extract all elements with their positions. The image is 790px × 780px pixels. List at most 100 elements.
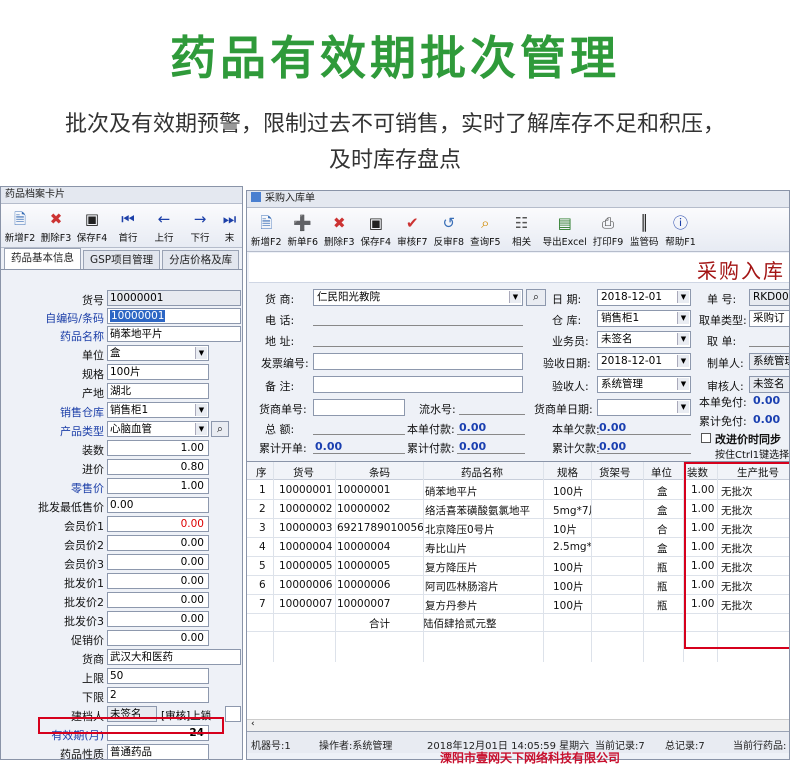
table-cell: 复方丹参片 <box>425 600 478 612</box>
unit-select[interactable]: 盒 ▼ <box>107 345 209 361</box>
unapprove-button[interactable]: ↺ 反审F8 <box>432 210 467 248</box>
drug-name-field[interactable]: 硝苯地平片 <box>107 326 241 342</box>
scroll-left-icon[interactable]: ‹ <box>251 719 255 729</box>
item-no-field[interactable]: 10000001 <box>107 290 241 306</box>
purchase-toolbar: 🗎 新增F2 ➕ 新单F6 ✖ 删除F3 ▣ 保存F4 ✔ 审核F7 ↺ 反审F8 ⌕ 查询F… <box>247 208 789 252</box>
note-field[interactable] <box>313 376 523 393</box>
supplier-field[interactable]: 武汉大和医药 <box>107 649 241 665</box>
table-cell: 盒 <box>657 505 668 517</box>
tab-gsp[interactable]: GSP项目管理 <box>83 250 161 269</box>
lower-limit-field[interactable]: 2 <box>107 687 209 703</box>
supplier-select[interactable]: 仁民阳光教院 ▼ <box>313 289 523 306</box>
first-row-button[interactable]: ⏮ 首行 <box>111 206 145 244</box>
table-cell: 阿司匹林肠溶片 <box>425 581 499 593</box>
related-button[interactable]: ☷ 相关 <box>505 210 539 248</box>
receipt-form: 货 商: 仁民阳光教院 ▼ ⌕ 电 话: 地 址: 发票编号: 备 注: 日 期:… <box>247 283 789 461</box>
code-field[interactable]: 10000001 <box>107 308 241 324</box>
lookup-button[interactable]: ⌕ <box>211 421 229 437</box>
wholesale2-field[interactable]: 0.00 <box>107 592 209 608</box>
next-row-button[interactable]: → 下行 <box>183 206 217 244</box>
sync-checkbox[interactable] <box>701 433 711 443</box>
member-price3-field[interactable]: 0.00 <box>107 554 209 570</box>
label-member-price3: 会员价3 <box>64 558 104 571</box>
label-free: 本单免付: <box>699 396 747 409</box>
label-member-price2: 会员价2 <box>64 539 104 552</box>
sync-label: 改进价时同步 <box>715 433 781 446</box>
help-button[interactable]: ⓘ 帮助F1 <box>663 210 698 248</box>
supplier-lookup-button[interactable]: ⌕ <box>526 289 546 306</box>
horizontal-scrollbar[interactable]: ‹ <box>247 719 789 731</box>
new-order-button[interactable]: ➕ 新单F6 <box>286 210 321 248</box>
total-amount: 陆佰肆拾贰元整 <box>423 618 497 630</box>
approve-button[interactable]: ✔ 审核F7 <box>395 210 430 248</box>
label-min-wholesale: 批发最低售价 <box>38 501 104 514</box>
new-button[interactable]: 🗎 新增F2 <box>249 210 284 248</box>
wholesale1-field[interactable]: 0.00 <box>107 573 209 589</box>
phone-field[interactable] <box>313 325 523 326</box>
merchant-no-field[interactable] <box>313 399 405 416</box>
drug-archive-window: 药品档案卡片 🗎 新增F2 ✖ 删除F3 ▣ 保存F4 ⏮ 首行 ← 上行 → 下行 ⏭ 末 … <box>0 186 243 760</box>
cost-price-field[interactable]: 0.80 <box>107 459 209 475</box>
fetch-type-select[interactable]: 采购订 <box>749 310 789 327</box>
product-type-select[interactable]: 心脑血管 ▼ <box>107 421 209 437</box>
warehouse-select[interactable]: 销售柜1 ▼ <box>597 310 691 327</box>
flow-no-field[interactable] <box>459 414 525 415</box>
col-item-no[interactable]: 货号 <box>293 465 314 480</box>
col-spec[interactable]: 规格 <box>557 465 578 480</box>
maker-field[interactable]: 系统管理 <box>749 353 789 370</box>
member-price1-field[interactable]: 0.00 <box>107 516 209 532</box>
delete-doc-icon: ✖ <box>49 210 63 228</box>
reviewer-field[interactable]: 未签名 <box>749 376 789 393</box>
address-field[interactable] <box>313 346 523 347</box>
save-button[interactable]: ▣ 保存F4 <box>359 210 394 248</box>
supervision-code-button[interactable]: ║ 监管码 <box>627 210 661 248</box>
drug-archive-tabs: 药品基本信息 GSP项目管理 分店价格及库 <box>1 248 242 270</box>
paid-underline <box>457 434 525 435</box>
print-button[interactable]: ⎙ 打印F9 <box>591 210 626 248</box>
prev-row-icon: ← <box>157 210 171 228</box>
pack-count-field[interactable]: 1.00 <box>107 440 209 456</box>
receiver-select[interactable]: 系统管理 ▼ <box>597 376 691 393</box>
member-price2-field[interactable]: 0.00 <box>107 535 209 551</box>
help-icon: ⓘ <box>673 214 689 232</box>
col-barcode[interactable]: 条码 <box>369 465 390 480</box>
search-button[interactable]: ⌕ 查询F5 <box>468 210 503 248</box>
wholesale3-field[interactable]: 0.00 <box>107 611 209 627</box>
recv-date-select[interactable]: 2018-12-01 ▼ <box>597 353 691 370</box>
merchant-date-select[interactable]: ▼ <box>597 399 691 416</box>
spec-field[interactable]: 100片 <box>107 364 209 380</box>
warehouse-select[interactable]: 销售柜1 ▼ <box>107 402 209 418</box>
export-excel-icon: ▤ <box>557 214 572 232</box>
upper-limit-field[interactable]: 50 <box>107 668 209 684</box>
save-button[interactable]: ▣ 保存F4 <box>75 206 109 244</box>
validity-highlight-box <box>38 717 224 734</box>
prev-row-button[interactable]: ← 上行 <box>147 206 181 244</box>
new-button[interactable]: 🗎 新增F2 <box>3 206 37 244</box>
min-wholesale-field[interactable]: 0.00 <box>107 497 209 513</box>
promo-price-field[interactable]: 0.00 <box>107 630 209 646</box>
delete-button[interactable]: ✖ 删除F3 <box>39 206 73 244</box>
tab-branch-price[interactable]: 分店价格及库 <box>162 250 240 269</box>
col-seq[interactable]: 序 <box>256 465 267 480</box>
grid-line <box>273 462 274 662</box>
export-excel-button[interactable]: ▤ 导出Excel <box>541 210 589 248</box>
retail-price-field[interactable]: 1.00 <box>107 478 209 494</box>
invoice-field[interactable] <box>313 353 523 370</box>
col-shelf[interactable]: 货架号 <box>599 465 631 480</box>
drug-nature-field[interactable]: 普通药品 <box>107 744 209 759</box>
order-no-field[interactable]: RKD0011 <box>749 289 789 306</box>
last-row-button[interactable]: ⏭ 末 <box>219 206 240 244</box>
audit-lock-checkbox[interactable] <box>225 706 241 722</box>
label-warehouse: 仓 库: <box>552 314 582 327</box>
date-select[interactable]: 2018-12-01 ▼ <box>597 289 691 306</box>
origin-field[interactable]: 湖北 <box>107 383 209 399</box>
col-drug-name[interactable]: 药品名称 <box>461 465 503 480</box>
fetch-no-field[interactable] <box>749 346 789 347</box>
delete-button[interactable]: ✖ 删除F3 <box>322 210 357 248</box>
barcode-icon: ║ <box>639 214 649 232</box>
grid-line <box>423 462 424 662</box>
status-total-records: 总记录:7 <box>665 741 705 752</box>
col-unit[interactable]: 单位 <box>651 465 672 480</box>
tab-basic-info[interactable]: 药品基本信息 <box>4 248 81 269</box>
salesman-select[interactable]: 未签名 ▼ <box>597 331 691 348</box>
